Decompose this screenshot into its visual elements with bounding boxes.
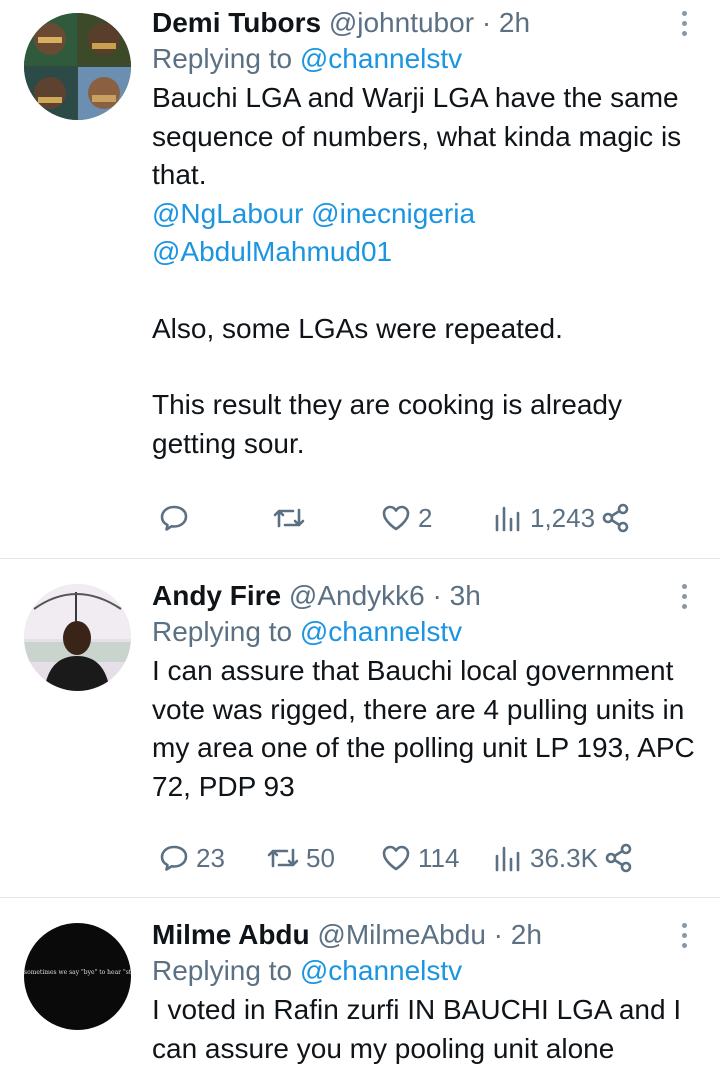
timestamp[interactable]: 2h — [499, 7, 530, 38]
replying-to: Replying to @channelstv — [152, 953, 702, 989]
tweet-actions: 2 1,243 — [152, 498, 680, 538]
timestamp[interactable]: 2h — [511, 919, 542, 950]
analytics-icon — [495, 506, 520, 532]
tweet-text: I voted in Rafin zurfi IN BAUCHI LGA and… — [152, 994, 682, 1064]
replying-to-link[interactable]: @channelstv — [300, 955, 462, 986]
user-handle[interactable]: @Andykk6 — [289, 580, 425, 611]
replying-to-label: Replying to — [152, 43, 293, 74]
display-name[interactable]: Milme Abdu — [152, 919, 310, 950]
like-button[interactable]: 114 — [380, 838, 459, 878]
tweet-header: Andy Fire @Andykk6 · 3h — [152, 578, 702, 614]
replying-to-label: Replying to — [152, 616, 293, 647]
replying-to-label: Replying to — [152, 955, 293, 986]
tweet-2[interactable]: Andy Fire @Andykk6 · 3h Replying to @cha… — [0, 559, 720, 898]
avatar-photo-image — [24, 584, 131, 691]
avatar[interactable] — [24, 584, 131, 691]
display-name[interactable]: Demi Tubors — [152, 7, 321, 38]
mention-links[interactable]: @NgLabour @inecnigeria — [152, 195, 692, 234]
display-name[interactable]: Andy Fire — [152, 580, 281, 611]
reply-count: 23 — [196, 842, 225, 873]
view-count: 36.3K — [530, 842, 598, 873]
reply-icon — [160, 505, 188, 531]
user-handle[interactable]: @johntubor — [329, 7, 474, 38]
like-button[interactable]: 2 — [380, 498, 432, 538]
reply-button[interactable] — [158, 498, 196, 538]
tweet-text: I can assure that Bauchi local governmen… — [152, 655, 695, 802]
retweet-count: 50 — [306, 842, 335, 873]
like-count: 114 — [418, 842, 460, 873]
tweet-text-line: This result they are cooking is already … — [152, 389, 622, 459]
tweet-text-line: Also, some LGAs were repeated. — [152, 312, 563, 344]
retweet-icon — [273, 508, 305, 528]
analytics-icon — [495, 846, 520, 872]
avatar[interactable] — [24, 13, 131, 120]
replying-to: Replying to @channelstv — [152, 41, 702, 77]
heart-icon — [382, 505, 410, 531]
reply-icon — [160, 845, 188, 871]
separator: · — [493, 919, 503, 950]
heart-icon — [382, 845, 410, 871]
retweet-button[interactable]: 50 — [266, 838, 335, 878]
replying-to-link[interactable]: @channelstv — [300, 43, 462, 74]
tweet-3[interactable]: sometimes we say "bye" to hear "stay" Mi… — [0, 898, 720, 1087]
replying-to: Replying to @channelstv — [152, 614, 702, 650]
timestamp[interactable]: 3h — [450, 580, 481, 611]
tweet-header: Demi Tubors @johntubor · 2h — [152, 5, 702, 41]
like-count: 2 — [418, 502, 433, 533]
retweet-icon — [267, 848, 299, 868]
tweet-header: Milme Abdu @MilmeAbdu · 2h — [152, 917, 702, 953]
mention-links[interactable]: @AbdulMahmud01 — [152, 233, 692, 272]
retweet-button[interactable] — [272, 498, 312, 538]
reply-button[interactable]: 23 — [158, 838, 225, 878]
replying-to-link[interactable]: @channelstv — [300, 616, 462, 647]
share-icon[interactable] — [601, 502, 631, 534]
tweet-text-line: Bauchi LGA and Warji LGA have the same s… — [152, 82, 682, 190]
separator: · — [432, 580, 442, 611]
avatar-caption-text: sometimes we say "bye" to hear "stay" — [24, 969, 131, 976]
separator: · — [481, 7, 492, 38]
avatar[interactable]: sometimes we say "bye" to hear "stay" — [24, 923, 131, 1030]
view-count: 1,243 — [530, 502, 596, 533]
views-button[interactable]: 36.3K — [492, 838, 634, 878]
user-handle[interactable]: @MilmeAbdu — [317, 919, 485, 950]
avatar-collage-image — [24, 13, 131, 120]
share-icon[interactable] — [604, 842, 634, 874]
tweet-text: Bauchi LGA and Warji LGA have the same s… — [152, 79, 692, 463]
tweet-actions: 23 50 114 36.3K — [152, 838, 680, 878]
tweet-1[interactable]: Demi Tubors @johntubor · 2h Replying to … — [0, 0, 720, 559]
views-button[interactable]: 1,243 — [492, 498, 631, 538]
